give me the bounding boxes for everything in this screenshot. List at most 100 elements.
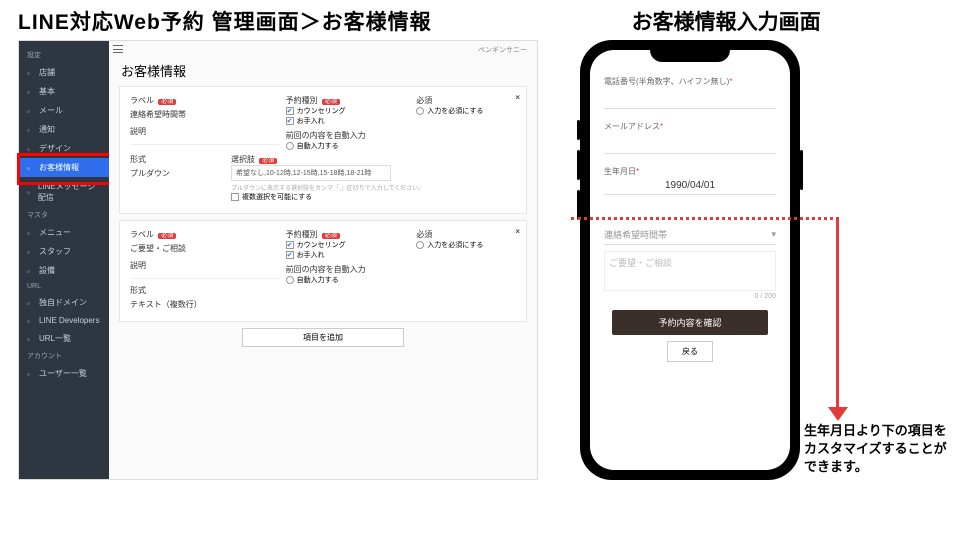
divider-dotted	[571, 217, 839, 220]
sidebar-item[interactable]: ◦基本	[19, 82, 109, 101]
admin-main: ペンギンサニー お客様情報 × ラベル 必須 連絡希望時間帯 説明 予約種別 必…	[109, 41, 537, 479]
add-item-button[interactable]: 項目を追加	[242, 328, 404, 347]
sidebar-item[interactable]: ◦ お客様情報	[19, 158, 109, 177]
label-value: ご要望・ご相談	[130, 243, 280, 254]
cog-icon: ◦	[27, 88, 35, 96]
sidebar-item[interactable]: ◦ メニュー	[19, 223, 109, 242]
contact-select[interactable]: 連絡希望時間帯▾	[604, 225, 776, 245]
required-badge: 必須	[322, 233, 340, 239]
field-card-1: × ラベル 必須 連絡希望時間帯 説明 予約種別 必須 ✔カウンセリング ✔お手…	[119, 86, 527, 214]
yoyaku-title: 予約種別	[286, 230, 318, 239]
phone-notch	[650, 48, 730, 62]
sidebar-item[interactable]: ◦URL一覧	[19, 329, 109, 348]
sidebar-item[interactable]: ◦スタッフ	[19, 242, 109, 261]
gear-icon: ◦	[27, 267, 35, 275]
tel-label: 電話番号(半角数字、ハイフン無し)*	[604, 76, 776, 87]
desc-title: 説明	[130, 126, 280, 137]
options-hint: プルダウンに表示する選択肢をカンマ「,」区切りで入力してください。	[231, 183, 516, 192]
tel-value[interactable]	[604, 87, 776, 109]
options-input[interactable]: 希望なし,10-12時,12-15時,15-18時,18-21時	[231, 165, 391, 181]
arrow-head-icon	[828, 407, 848, 421]
sidebar-item-label: LINEメッセージ配信	[38, 181, 101, 203]
sidebar-item[interactable]: ◦ユーザー一覧	[19, 364, 109, 383]
radio-required[interactable]: 入力を必須にする	[416, 240, 516, 250]
page-title-left: LINE対応Web予約 管理画面＞お客様情報	[18, 6, 432, 36]
back-button[interactable]: 戻る	[667, 341, 713, 362]
sidebar-item[interactable]: ◦独自ドメイン	[19, 293, 109, 312]
page-title-right: お客様情報入力画面	[632, 6, 821, 36]
desc-title: 説明	[130, 260, 280, 271]
sidebar-section: 設定	[19, 47, 109, 63]
email-value[interactable]	[604, 132, 776, 154]
submit-button[interactable]: 予約内容を確認	[612, 310, 768, 335]
field-card-2: × ラベル 必須 ご要望・ご相談 説明 形式 テキスト（複数行） 予約種別 必須	[119, 220, 527, 322]
close-icon[interactable]: ×	[515, 227, 520, 236]
consult-textarea[interactable]: ご要望・ご相談	[604, 251, 776, 291]
opt-title: 選択肢	[231, 155, 255, 164]
required-badge: 必須	[158, 233, 176, 239]
radio-required[interactable]: 入力を必須にする	[416, 106, 516, 116]
hamburger-icon[interactable]	[113, 45, 123, 53]
email-label: メールアドレス*	[604, 121, 776, 132]
check-care[interactable]: ✔お手入れ	[286, 250, 411, 260]
birth-value[interactable]: 1990/04/01	[604, 177, 776, 195]
label-title: ラベル	[130, 230, 154, 239]
sidebar-item-label: デザイン	[39, 143, 71, 154]
sidebar-item[interactable]: ◦ 設備	[19, 261, 109, 280]
globe-icon: ◦	[27, 299, 35, 307]
radio-auto[interactable]: 自動入力する	[286, 141, 411, 151]
form-value: テキスト（複数行）	[130, 299, 280, 310]
sidebar-item-label: 設備	[39, 265, 55, 276]
req-title: 必須	[416, 95, 516, 106]
arrow-line	[836, 217, 839, 413]
required-badge: 必須	[259, 158, 277, 164]
sidebar-item[interactable]: ◦ LINEメッセージ配信	[19, 177, 109, 207]
char-count: 0 / 200	[604, 293, 776, 300]
close-icon[interactable]: ×	[515, 93, 520, 102]
mail-icon: ◦	[27, 107, 35, 115]
check-multi[interactable]: 複数選択を可能にする	[231, 192, 516, 202]
sidebar-item-label: メール	[39, 105, 63, 116]
main-heading: お客様情報	[121, 61, 527, 80]
phone-screen: 電話番号(半角数字、ハイフン無し)* メールアドレス* 生年月日* 1990/0…	[590, 50, 790, 470]
sidebar-item[interactable]: ◦ 通知	[19, 120, 109, 139]
sidebar-item-label: 店舗	[39, 67, 55, 78]
menu-icon: ◦	[27, 229, 35, 237]
link-icon: ◦	[27, 335, 35, 343]
sidebar-item-label: ユーザー一覧	[39, 368, 87, 379]
shop-icon: ◦	[27, 69, 35, 77]
chevron-down-icon: ▾	[771, 229, 776, 240]
sidebar-item[interactable]: ◦ 店舗	[19, 63, 109, 82]
sidebar-item[interactable]: ◦ LINE Developers	[19, 312, 109, 329]
sidebar-section: URL	[19, 280, 109, 293]
line-icon: ◦	[27, 188, 34, 196]
sidebar-section: アカウント	[19, 348, 109, 364]
req-title: 必須	[416, 229, 516, 240]
admin-sidebar: 設定◦店舗◦基本◦メール◦通知◦デザイン◦お客様情報◦LINEメッセージ配信マス…	[19, 41, 109, 479]
sidebar-section: マスタ	[19, 207, 109, 223]
bell-icon: ◦	[27, 126, 35, 134]
sidebar-item-label: LINE Developers	[39, 316, 99, 325]
line-dev-icon: ◦	[27, 317, 35, 325]
form-title: 形式	[130, 154, 225, 165]
required-badge: 必須	[158, 99, 176, 105]
yoyaku-title: 予約種別	[286, 96, 318, 105]
sidebar-item-label: メニュー	[39, 227, 71, 238]
phone-mock: 電話番号(半角数字、ハイフン無し)* メールアドレス* 生年月日* 1990/0…	[580, 40, 800, 480]
sidebar-item[interactable]: ◦ メール	[19, 101, 109, 120]
palette-icon: ◦	[27, 145, 35, 153]
caption-text: 生年月日より下の項目をカスタマイズすることができます。	[804, 422, 954, 477]
form-title: 形式	[130, 285, 280, 296]
birth-label: 生年月日*	[604, 166, 776, 177]
list-icon: ◦	[27, 164, 35, 172]
sidebar-item-label: スタッフ	[39, 246, 71, 257]
sidebar-item-label: 通知	[39, 124, 55, 135]
sidebar-item[interactable]: ◦ デザイン	[19, 139, 109, 158]
check-counseling[interactable]: ✔カウンセリング	[286, 106, 411, 116]
sidebar-item-label: お客様情報	[39, 162, 79, 173]
check-counseling[interactable]: ✔カウンセリング	[286, 240, 411, 250]
radio-auto[interactable]: 自動入力する	[286, 275, 411, 285]
check-care[interactable]: ✔お手入れ	[286, 116, 411, 126]
form-value: プルダウン	[130, 168, 225, 179]
label-value: 連絡希望時間帯	[130, 109, 280, 120]
